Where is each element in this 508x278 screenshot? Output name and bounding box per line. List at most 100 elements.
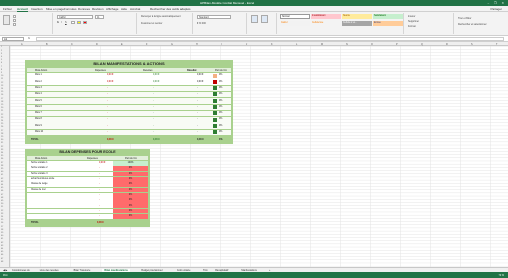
row-header[interactable]: 16 [1,94,3,96]
resultat-cell[interactable]: 0,00 € [197,74,203,76]
row-header[interactable]: 34 [1,152,3,154]
window-controls[interactable]: – ❐ ✕ [487,1,506,5]
bold-icon[interactable]: G [57,21,59,24]
row-header[interactable]: 55 [1,219,3,221]
depenses-cell[interactable]: - [99,210,100,212]
tab-affichage[interactable]: Affichage [106,7,118,11]
font-size-select[interactable]: 11 [95,15,104,19]
row-header[interactable]: 24 [1,120,3,122]
depenses-cell[interactable]: - [107,87,108,89]
row-header[interactable]: 64 [1,248,3,250]
zoom-level[interactable]: 70 % [499,274,504,277]
row-header[interactable]: 66 [1,254,3,256]
mois-cell[interactable]: Mois 4 [35,93,42,95]
depenses-cell[interactable]: - [107,112,108,114]
row-header[interactable]: 1 [1,46,2,48]
style-calcul[interactable]: Calcul [280,21,310,26]
part-cell[interactable]: 0% [113,166,148,172]
row-header[interactable]: 47 [1,194,3,196]
resultat-cell[interactable]: - [197,125,198,127]
recettes-cell[interactable]: - [153,125,154,127]
part-cell[interactable]: 0% [113,192,148,198]
part-cell[interactable]: 0% [219,87,222,89]
part-cell[interactable]: 0% [113,176,148,182]
row-header[interactable]: 49 [1,200,3,202]
row-header[interactable]: 48 [1,197,3,199]
action-cell[interactable]: Sortie scolaire 3 [31,173,47,175]
row-header[interactable]: 4 [1,56,2,58]
merge-center-button[interactable]: Fusionner et centrer [141,22,162,25]
depenses-cell[interactable]: 0,00 € [107,81,113,83]
row-header[interactable]: 53 [1,213,3,215]
row-header[interactable]: 43 [1,181,3,183]
row-header[interactable]: 50 [1,203,3,205]
row-header[interactable]: 14 [1,88,3,90]
row-header[interactable]: 65 [1,251,3,253]
depenses-cell[interactable]: - [107,93,108,95]
row-header[interactable]: 7 [1,66,2,68]
part-cell[interactable]: 0% [219,93,222,95]
conditional-format-icon[interactable] [251,15,258,23]
sort-filter-button[interactable]: Trier et filtrer [458,17,471,20]
borders-icon[interactable] [71,21,75,24]
style-satisfaisant[interactable]: Satisfaisant [373,14,403,19]
row-header[interactable]: 20 [1,107,3,109]
depenses-cell[interactable]: - [99,199,100,201]
part-cell[interactable]: 0% [219,125,222,127]
row-header[interactable]: 37 [1,162,3,164]
row-header[interactable]: 58 [1,229,3,231]
part-cell[interactable]: 0% [219,100,222,102]
depenses-cell[interactable]: - [99,173,100,175]
part-cell[interactable]: 0% [113,208,148,214]
action-cell[interactable]: Classe de mer [31,189,46,191]
part-cell[interactable]: 0% [113,198,148,203]
italic-icon[interactable]: I [61,21,62,24]
row-header[interactable]: 12 [1,82,3,84]
row-header[interactable]: 46 [1,190,3,192]
part-cell[interactable]: 0% [113,214,148,219]
tab-acrobat[interactable]: Acrobat [130,7,140,11]
row-header[interactable]: 29 [1,136,3,138]
recettes-cell[interactable]: - [153,100,154,102]
tab-formules[interactable]: Formules [64,7,77,11]
depenses-cell[interactable]: - [107,118,108,120]
style-neutre[interactable]: Neutre [342,14,372,19]
cut-icon[interactable] [13,15,16,18]
resultat-cell[interactable]: - [197,93,198,95]
resultat-cell[interactable]: - [197,106,198,108]
resultat-cell[interactable]: - [197,100,198,102]
tab-aide[interactable]: Aide [121,7,127,11]
row-header[interactable]: 5 [1,59,2,61]
row-header[interactable]: 56 [1,222,3,224]
depenses-cell[interactable]: - [99,205,100,207]
insert-button[interactable]: Insérer [408,15,415,18]
row-header[interactable]: 67 [1,258,3,260]
part-cell[interactable]: 0% [219,106,222,108]
row-header[interactable]: 22 [1,114,3,116]
recettes-cell[interactable]: - [153,93,154,95]
depenses-cell[interactable]: - [107,106,108,108]
row-header[interactable]: 39 [1,168,3,170]
action-cell[interactable]: Sortie scolaire 1 [31,162,47,164]
row-header[interactable]: 38 [1,165,3,167]
resultat-cell[interactable]: - [197,118,198,120]
part-cell[interactable]: 0% [219,74,222,76]
recettes-cell[interactable]: - [153,131,154,133]
search-tools[interactable]: Rechercher des outils adaptés [150,7,191,11]
row-header[interactable]: 18 [1,101,3,103]
row-header[interactable]: 31 [1,142,3,144]
recettes-cell[interactable]: - [153,112,154,114]
paste-icon[interactable] [3,15,10,25]
mois-cell[interactable]: Mois 8 [35,118,42,120]
mois-cell[interactable]: Mois 10 [35,131,43,133]
part-cell[interactable]: 0% [113,187,148,193]
row-header[interactable]: 25 [1,123,3,125]
mois-cell[interactable]: Mois 2 [35,81,42,83]
recettes-cell[interactable]: 0,00 € [153,74,159,76]
formula-input[interactable] [36,37,504,41]
row-header[interactable]: 60 [1,235,3,237]
mois-cell[interactable]: Mois 6 [35,106,42,108]
row-header[interactable]: 51 [1,206,3,208]
find-select-button[interactable]: Rechercher et sélectionner [458,23,487,26]
row-header[interactable]: 32 [1,146,3,148]
